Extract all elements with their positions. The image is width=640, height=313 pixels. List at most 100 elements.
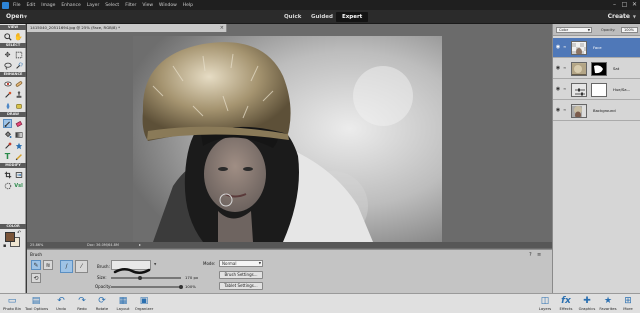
graphics-button[interactable]: ✚ Graphics <box>576 296 598 311</box>
size-slider-handle[interactable] <box>138 276 143 280</box>
zoom-readout[interactable]: 25.86% <box>30 242 43 248</box>
menu-edit[interactable]: Edit <box>24 3 39 8</box>
layer-row-hue-saturation[interactable]: ◉ ∞ Hue/Sa... <box>553 80 640 100</box>
chevron-down-icon[interactable]: ▼ <box>24 14 27 19</box>
close-icon[interactable]: × <box>220 24 224 32</box>
layer-row-face[interactable]: ◉ ∞ Face <box>553 38 640 58</box>
panel-menu-icon[interactable]: ≡ <box>537 252 541 258</box>
straighten-tool-icon[interactable]: Vsl <box>14 181 23 190</box>
eye-icon[interactable]: ◉ <box>555 65 561 71</box>
smart-brush-tool-icon[interactable] <box>3 90 12 99</box>
opacity-slider-handle[interactable] <box>179 285 183 289</box>
color-picker-tool-icon[interactable] <box>3 141 12 150</box>
lasso-tool-icon[interactable] <box>3 61 12 70</box>
chevron-down-icon[interactable]: ▼ <box>633 14 636 19</box>
photo-bin-label: Photo Bin <box>2 306 22 311</box>
default-colors-icon[interactable]: ▪ <box>3 243 6 249</box>
layers-button[interactable]: ◫ Layers <box>534 296 556 311</box>
tab-quick[interactable]: Quick <box>278 12 307 22</box>
pencil-tool-icon[interactable] <box>14 152 23 161</box>
menu-window[interactable]: Window <box>156 3 180 8</box>
color-replacement-brush-icon[interactable]: ⟲ <box>31 273 41 283</box>
custom-shape-tool-icon[interactable] <box>14 141 23 150</box>
brush-preset-icon[interactable]: / <box>60 260 73 273</box>
type-tool-icon[interactable]: T <box>3 152 12 161</box>
restore-icon[interactable]: □ <box>621 1 628 8</box>
document-tab[interactable]: 1415040_20511694.jpg @ 25% (Face, RGB/8)… <box>27 24 227 32</box>
marquee-tool-icon[interactable] <box>14 50 23 59</box>
layer-row-background[interactable]: ◉ ∞ Background <box>553 101 640 121</box>
tab-expert[interactable]: Expert <box>336 12 369 22</box>
brush-tool-icon[interactable] <box>3 119 12 128</box>
content-aware-move-tool-icon[interactable] <box>3 181 12 190</box>
blur-tool-icon[interactable] <box>3 101 12 110</box>
tool-options-button[interactable]: ▤ Tool Options <box>25 296 49 311</box>
paint-bucket-tool-icon[interactable] <box>3 130 12 139</box>
brush-mode-icon[interactable]: ✎ <box>31 260 41 270</box>
sponge-tool-icon[interactable] <box>14 101 23 110</box>
layer-row-sat[interactable]: ◉ ∞ Sat <box>553 59 640 79</box>
red-eye-tool-icon[interactable] <box>3 79 12 88</box>
menu-file[interactable]: File <box>10 3 24 8</box>
minimize-icon[interactable]: – <box>611 1 618 8</box>
gradient-tool-icon[interactable] <box>14 130 23 139</box>
undo-button[interactable]: ↶ Undo <box>50 296 72 311</box>
size-slider[interactable] <box>111 276 181 280</box>
swap-colors-icon[interactable]: ↶ <box>17 230 21 236</box>
link-icon[interactable]: ∞ <box>563 86 568 92</box>
menu-layer[interactable]: Layer <box>84 3 103 8</box>
link-icon[interactable]: ∞ <box>563 107 568 113</box>
favorites-button[interactable]: ★ Favorites <box>597 296 619 311</box>
crop-tool-icon[interactable] <box>3 170 12 179</box>
layer-thumbnail <box>571 104 587 118</box>
help-icon[interactable]: ? <box>529 252 532 258</box>
chevron-down-icon[interactable]: ▼ <box>154 262 156 266</box>
tablet-settings-button[interactable]: Tablet Settings... <box>219 282 263 290</box>
foreground-color-swatch[interactable] <box>5 232 15 242</box>
airbrush-icon[interactable]: ⁄ <box>75 260 88 273</box>
menu-filter[interactable]: Filter <box>122 3 139 8</box>
brush-settings-button[interactable]: Brush Settings... <box>219 271 263 279</box>
open-button[interactable]: Open <box>6 13 24 20</box>
eye-icon[interactable]: ◉ <box>555 86 561 92</box>
more-button[interactable]: ⊞ More <box>617 296 639 311</box>
mode-select[interactable]: Normal ▼ <box>219 260 263 267</box>
layout-label: Layout <box>116 306 130 311</box>
create-button[interactable]: Create <box>608 13 630 20</box>
spot-healing-tool-icon[interactable] <box>14 79 23 88</box>
menu-select[interactable]: Select <box>102 3 122 8</box>
eye-icon[interactable]: ◉ <box>555 107 561 113</box>
eye-icon[interactable]: ◉ <box>555 44 561 50</box>
menu-enhance[interactable]: Enhance <box>58 3 83 8</box>
photo-canvas[interactable] <box>133 36 442 242</box>
opacity-slider[interactable] <box>111 285 183 289</box>
clone-stamp-tool-icon[interactable] <box>14 90 23 99</box>
quick-selection-tool-icon[interactable] <box>14 61 23 70</box>
organizer-button[interactable]: ▣ Organizer <box>133 296 155 311</box>
redo-button[interactable]: ↷ Redo <box>71 296 93 311</box>
move-tool-icon[interactable]: ✥ <box>3 50 12 59</box>
link-icon[interactable]: ∞ <box>563 65 568 71</box>
impressionist-brush-icon[interactable]: ≋ <box>43 260 53 270</box>
brush-picker[interactable] <box>111 260 151 274</box>
hand-tool-icon[interactable]: ✋ <box>14 32 23 41</box>
zoom-tool-icon[interactable] <box>3 32 12 41</box>
opacity-field[interactable]: 100% <box>621 27 638 33</box>
blend-mode-select[interactable]: Color ▼ <box>556 27 592 33</box>
tool-options-label: Tool Options <box>25 306 49 311</box>
menu-image[interactable]: Image <box>38 3 58 8</box>
menu-help[interactable]: Help <box>180 3 196 8</box>
eraser-tool-icon[interactable] <box>14 119 23 128</box>
layer-thumbnail <box>571 41 587 55</box>
photo-bin-button[interactable]: ▭ Photo Bin <box>1 296 23 311</box>
effects-button[interactable]: fx Effects <box>555 296 577 311</box>
tab-guided[interactable]: Guided <box>305 12 339 22</box>
menu-view[interactable]: View <box>139 3 156 8</box>
close-icon[interactable]: ✕ <box>631 1 638 8</box>
link-icon[interactable]: ∞ <box>563 44 568 50</box>
rotate-button[interactable]: ⟳ Rotate <box>91 296 113 311</box>
layout-button[interactable]: ▦ Layout <box>112 296 134 311</box>
chevron-right-icon[interactable]: ▸ <box>139 242 141 248</box>
layers-icon: ◫ <box>540 296 550 306</box>
recompose-tool-icon[interactable] <box>14 170 23 179</box>
